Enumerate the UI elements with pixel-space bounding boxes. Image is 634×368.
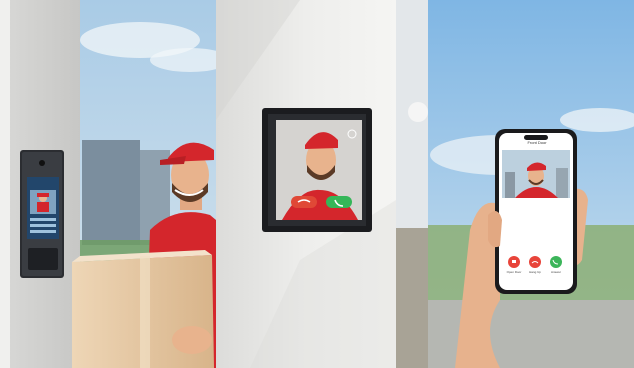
office-building: [82, 140, 140, 245]
hand: [172, 326, 212, 354]
indoor-video-monitor: [262, 108, 372, 232]
answer-button[interactable]: [550, 256, 562, 268]
thumb: [488, 211, 502, 248]
product-scene: Front Door Open Door Hang Up Answer: [0, 0, 634, 368]
answer-label: Answer: [550, 270, 561, 274]
camera-lens-icon: [39, 160, 45, 166]
monitor-answer-button[interactable]: [326, 196, 352, 208]
monitor-hangup-button[interactable]: [291, 196, 317, 208]
scene-illustration: [0, 0, 634, 368]
outdoor-intercom-panel: [20, 150, 64, 278]
hang-up-label: Hang Up: [529, 270, 541, 274]
unlock-icon: [512, 260, 516, 263]
window-strip: [396, 0, 428, 368]
cardboard-box: [72, 250, 214, 368]
open-door-label: Open Door: [506, 270, 522, 274]
phone-call-title: Front Door: [527, 140, 547, 145]
keypad: [28, 248, 58, 270]
